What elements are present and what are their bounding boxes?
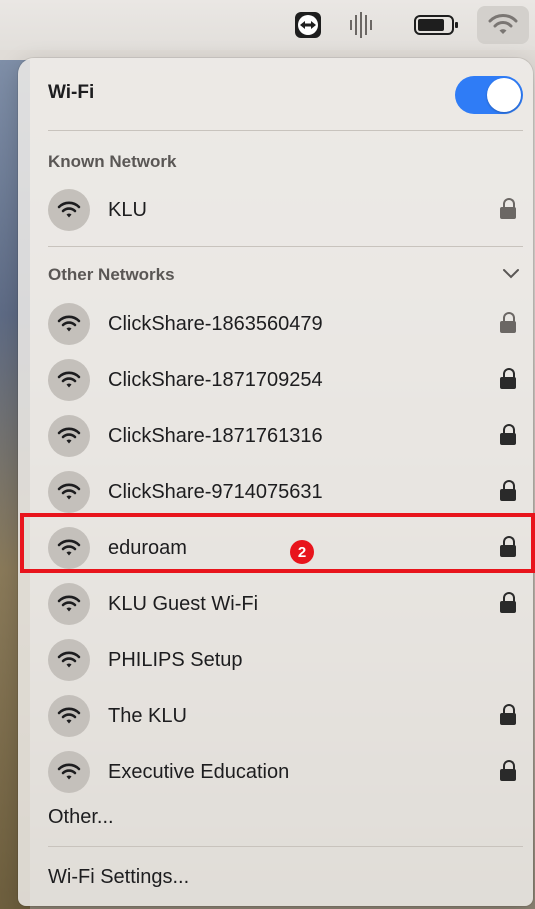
other-item[interactable]: Other... [48, 806, 114, 829]
network-row[interactable]: The KLU [30, 688, 533, 744]
network-row[interactable]: KLU [30, 182, 533, 238]
network-name: KLU [108, 199, 147, 221]
wifi-signal-icon [48, 695, 90, 737]
network-row[interactable]: ClickShare-1871761316 [30, 408, 533, 464]
teamviewer-icon[interactable] [290, 9, 326, 41]
other-networks-label: Other Networks [48, 265, 175, 284]
wifi-signal-icon [48, 527, 90, 569]
network-name: Executive Education [108, 761, 290, 783]
panel-title: Wi-Fi [48, 82, 95, 103]
wifi-signal-icon [48, 583, 90, 625]
network-name: PHILIPS Setup [108, 649, 243, 671]
network-row[interactable]: ClickShare-1871709254 [30, 352, 533, 408]
network-row[interactable]: ClickShare-9714075631 [30, 464, 533, 520]
wifi-settings-item[interactable]: Wi-Fi Settings... [48, 866, 189, 889]
wifi-signal-icon [48, 359, 90, 401]
network-name: ClickShare-1871709254 [108, 369, 323, 391]
lock-icon [500, 480, 518, 502]
wifi-icon[interactable] [477, 6, 529, 44]
wifi-signal-icon [48, 303, 90, 345]
wifi-signal-icon [48, 471, 90, 513]
network-name: ClickShare-1863560479 [108, 313, 323, 335]
wifi-toggle[interactable] [455, 76, 523, 114]
chevron-down-icon[interactable] [501, 266, 521, 280]
network-name: ClickShare-1871761316 [108, 425, 323, 447]
lock-icon [500, 592, 518, 614]
divider [48, 130, 523, 131]
step-badge: 2 [290, 540, 314, 564]
network-name: The KLU [108, 705, 187, 727]
divider [48, 846, 523, 847]
lock-icon [500, 704, 518, 726]
network-name: ClickShare-9714075631 [108, 481, 323, 503]
menu-bar [0, 0, 535, 50]
network-row[interactable]: KLU Guest Wi-Fi [30, 576, 533, 632]
network-row[interactable]: ClickShare-1863560479 [30, 296, 533, 352]
audio-bars-icon[interactable] [346, 9, 376, 41]
network-row[interactable]: PHILIPS Setup [30, 632, 533, 688]
lock-icon [500, 198, 518, 220]
known-network-label: Known Network [48, 152, 177, 171]
lock-icon [500, 424, 518, 446]
lock-icon [500, 368, 518, 390]
wifi-signal-icon [48, 415, 90, 457]
wifi-signal-icon [48, 189, 90, 231]
lock-icon [500, 760, 518, 782]
battery-icon[interactable] [412, 9, 462, 41]
network-name: KLU Guest Wi-Fi [108, 593, 259, 615]
wifi-signal-icon [48, 751, 90, 793]
wifi-signal-icon [48, 639, 90, 681]
network-row[interactable]: eduroam [30, 520, 533, 576]
network-row[interactable]: Executive Education [30, 744, 533, 800]
lock-icon [500, 312, 518, 334]
lock-icon [500, 536, 518, 558]
divider [48, 246, 523, 247]
toggle-knob [487, 78, 521, 112]
network-name: eduroam [108, 537, 187, 559]
